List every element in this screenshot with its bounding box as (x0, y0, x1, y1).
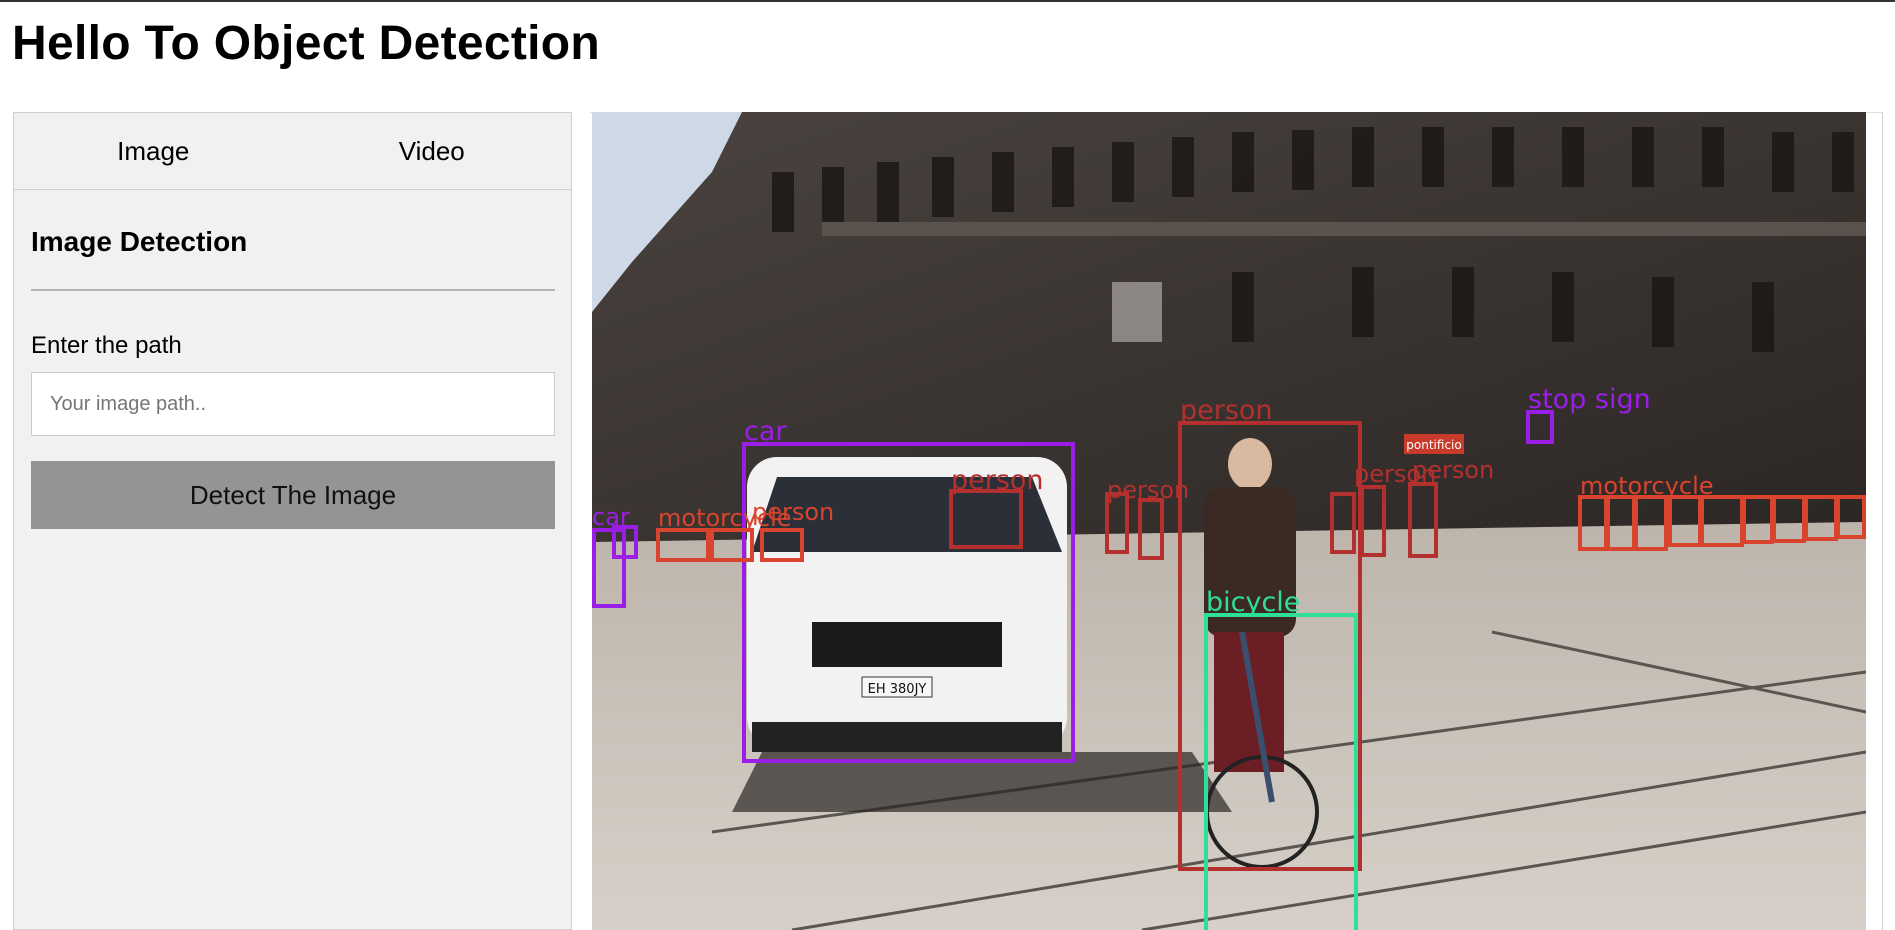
tab-video[interactable]: Video (293, 113, 572, 189)
det-label-person-bg-1: person (1107, 476, 1189, 504)
balcony (822, 222, 1866, 236)
shop-sign-text: pontificio (1406, 438, 1461, 452)
det-label-stop-sign: stop sign (1528, 384, 1651, 415)
window-top-border (0, 0, 1895, 2)
panel-title: Image Detection (31, 226, 248, 257)
det-label-car: car (744, 416, 787, 447)
detection-result-image: pontificio EH 380JY car person person bi… (592, 112, 1866, 930)
det-label-cyclist: person (1180, 395, 1273, 426)
mode-tabs: Image Video (14, 113, 571, 190)
det-label-motorcycle-right: motorcycle (1580, 472, 1714, 500)
page-title: Hello To Object Detection (12, 17, 600, 70)
det-label-car-left: car (592, 503, 630, 531)
det-label-person-left: person (752, 498, 834, 526)
plate-text: EH 380JY (868, 682, 927, 697)
panel-divider (31, 289, 555, 291)
image-path-input[interactable] (31, 372, 555, 436)
det-label-bicycle: bicycle (1206, 587, 1300, 618)
tab-image[interactable]: Image (14, 113, 293, 189)
path-label: Enter the path (31, 332, 182, 359)
det-label-driver: person (951, 465, 1044, 496)
det-label-person-bg-3: person (1412, 456, 1494, 484)
detect-image-button[interactable]: Detect The Image (31, 461, 555, 529)
